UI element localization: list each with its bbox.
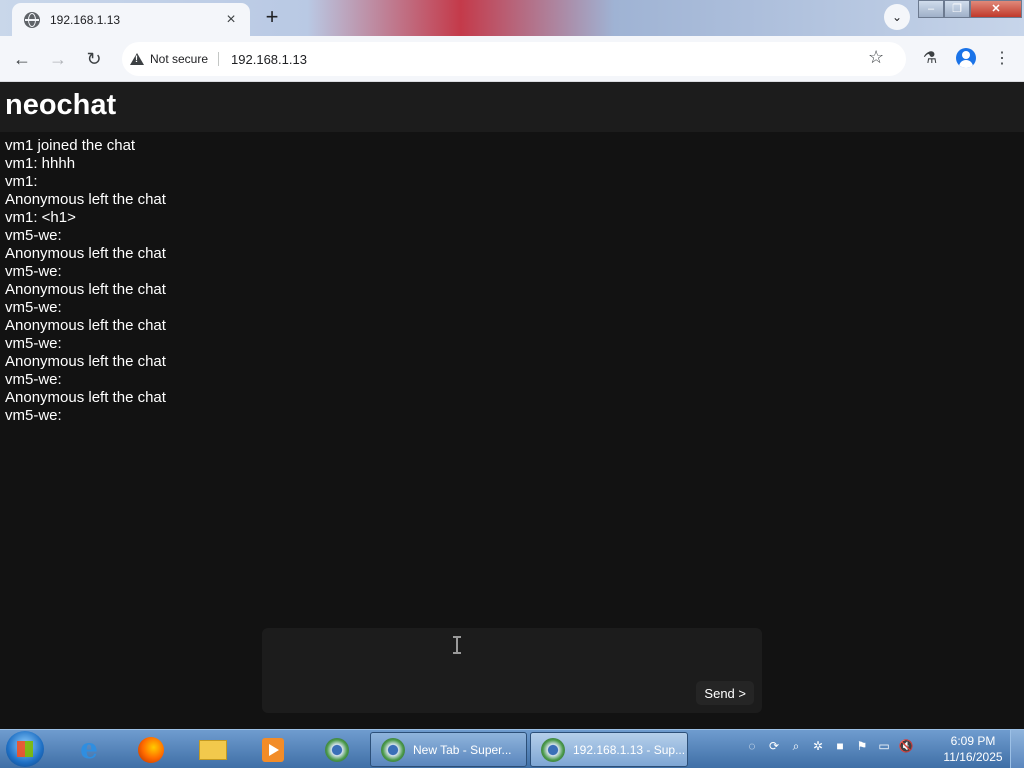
taskbar: e New Tab - Super... 192.168.1.13 - Sup.… (0, 729, 1024, 768)
menu-icon[interactable]: ⋮ (990, 47, 1014, 71)
chat-message: vm1 joined the chat (5, 137, 136, 154)
tab-close-icon[interactable]: × (222, 11, 240, 29)
bluetooth-icon[interactable]: ✲ (810, 738, 826, 754)
network-icon[interactable]: ◌ (744, 738, 760, 754)
minimize-button[interactable]: – (918, 0, 944, 18)
profile-avatar-icon[interactable] (956, 48, 976, 68)
chat-message: vm5-we: (5, 263, 62, 280)
message-input[interactable] (262, 628, 762, 713)
chat-message: vm1: <h1> (5, 209, 76, 226)
system-tray: ◌ ⟳ ⌕ ✲ ■ ⚑ ▭ 🔇 (744, 738, 914, 754)
maximize-button[interactable]: ❐ (944, 0, 970, 18)
labs-flask-icon[interactable]: ⚗ (918, 47, 942, 71)
volume-muted-icon[interactable]: 🔇 (898, 738, 914, 754)
url-text[interactable]: 192.168.1.13 (231, 52, 307, 67)
address-bar[interactable]: Not secure 192.168.1.13 (122, 42, 906, 76)
folder-icon[interactable] (186, 732, 240, 766)
nvidia-icon[interactable]: ■ (832, 738, 848, 754)
chat-message: Anonymous left the chat (5, 353, 166, 370)
new-tab-button[interactable]: + (258, 6, 286, 30)
app-title: neochat (5, 89, 117, 121)
firefox-icon[interactable] (124, 732, 178, 766)
window-close-button[interactable]: ✕ (970, 0, 1022, 18)
message-composer: Send > (262, 628, 762, 713)
display-icon[interactable]: ▭ (876, 738, 892, 754)
chat-message: vm5-we: (5, 335, 62, 352)
chat-message: Anonymous left the chat (5, 389, 166, 406)
reload-button[interactable]: ↻ (82, 47, 106, 71)
update-icon[interactable]: ⟳ (766, 738, 782, 754)
bookmark-star-icon[interactable]: ☆ (868, 47, 884, 68)
chat-message: vm5-we: (5, 299, 62, 316)
back-button[interactable]: ← (10, 47, 34, 71)
browser-tab[interactable]: 192.168.1.13 × (12, 3, 250, 36)
start-button[interactable] (6, 731, 44, 767)
show-desktop-button[interactable] (1010, 730, 1024, 768)
tab-search-button[interactable]: ⌄ (884, 4, 910, 30)
chat-message: vm1: (5, 173, 38, 190)
text-cursor-icon (453, 636, 461, 654)
clock-date: 11/16/2025 (943, 750, 1003, 764)
warning-icon[interactable] (130, 53, 144, 65)
chat-message: vm5-we: (5, 407, 62, 424)
internet-explorer-icon[interactable]: e (62, 732, 116, 766)
message-list: vm1 joined the chat vm1: hhhh vm1: Anonymou… (0, 132, 1024, 425)
search-icon[interactable]: ⌕ (788, 738, 804, 754)
task-label: New Tab - Super... (413, 742, 512, 757)
chat-page: neochat vm1 joined the chat vm1: hhhh vm1:… (0, 82, 1024, 729)
app-header: neochat (0, 82, 1024, 132)
globe-icon (24, 11, 40, 28)
chrome-icon (381, 737, 405, 762)
chat-message: Anonymous left the chat (5, 281, 166, 298)
chat-message: vm5-we: (5, 371, 62, 388)
system-clock[interactable]: 6:09 PM 11/16/2025 (938, 733, 1008, 765)
chrome-icon (541, 737, 565, 762)
chat-message: Anonymous left the chat (5, 317, 166, 334)
chrome-icon[interactable] (310, 732, 364, 766)
browser-tabstrip: 192.168.1.13 × + ⌄ – ❐ ✕ (0, 0, 1024, 36)
chat-message: Anonymous left the chat (5, 191, 166, 208)
forward-button[interactable]: → (46, 47, 70, 71)
browser-toolbar: ← → ↻ Not secure 192.168.1.13 ☆ ⚗ ⋮ (0, 36, 1024, 82)
taskbar-task-new-tab[interactable]: New Tab - Super... (370, 732, 527, 767)
chat-message: Anonymous left the chat (5, 245, 166, 262)
clock-time: 6:09 PM (950, 734, 996, 748)
send-button[interactable]: Send > (696, 681, 754, 705)
task-label: 192.168.1.13 - Sup... (573, 742, 686, 757)
security-indicator[interactable]: Not secure (150, 52, 220, 66)
chat-message: vm5-we: (5, 227, 62, 244)
chat-message: vm1: hhhh (5, 155, 76, 172)
taskbar-task-chat[interactable]: 192.168.1.13 - Sup... (530, 732, 688, 767)
flag-icon[interactable]: ⚑ (854, 738, 870, 754)
tab-title: 192.168.1.13 (50, 12, 121, 27)
media-player-icon[interactable] (246, 732, 300, 766)
window-controls: – ❐ ✕ (918, 0, 1022, 18)
